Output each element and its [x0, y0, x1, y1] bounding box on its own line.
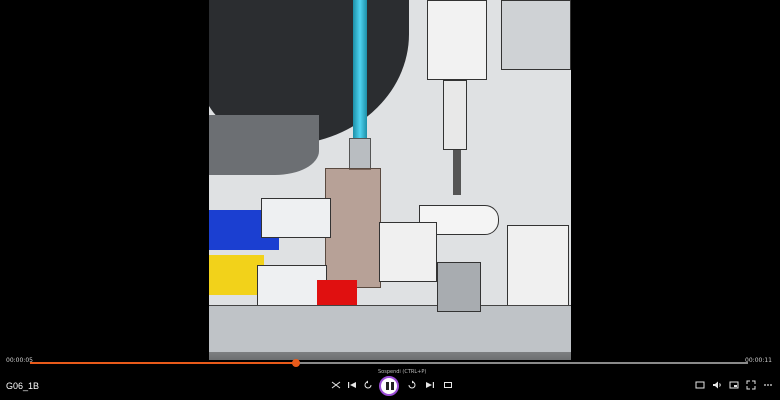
pause-tooltip: Sospendi (CTRL+P) [378, 369, 427, 375]
bowl-base [209, 115, 319, 175]
transparent-block [325, 168, 381, 288]
forward-30-icon[interactable] [406, 380, 418, 392]
gripper-jaw [443, 80, 467, 150]
right-bracket [507, 225, 569, 315]
slide-block [379, 222, 437, 282]
more-icon[interactable] [762, 380, 774, 392]
next-icon[interactable] [424, 380, 436, 392]
cylinder-upper [261, 198, 331, 238]
picture-in-picture-icon[interactable] [728, 380, 740, 392]
top-right-assembly [501, 0, 571, 70]
volume-icon[interactable] [711, 380, 723, 392]
shuffle-icon[interactable] [330, 380, 342, 392]
rewind-10-icon[interactable] [362, 380, 374, 392]
cast-icon[interactable] [694, 380, 706, 392]
video-title: G06_1B [6, 381, 40, 391]
seek-thumb[interactable] [291, 359, 300, 367]
seek-bar[interactable] [30, 359, 748, 367]
spring-assembly [437, 262, 481, 312]
yellow-block [209, 255, 264, 295]
gripper-tip [453, 150, 461, 195]
pause-icon [386, 382, 389, 390]
fullscreen-icon[interactable] [745, 380, 757, 392]
gripper-body [427, 0, 487, 80]
pause-button[interactable] [379, 376, 399, 396]
repeat-icon[interactable] [442, 380, 454, 392]
player-controls: 00:00:05 00:00:11 G06_1B Sospendi (CTRL+… [0, 352, 780, 400]
tube-fitting [349, 138, 371, 170]
seek-progress [30, 362, 296, 364]
video-frame[interactable] [209, 0, 571, 360]
time-total: 00:00:11 [745, 357, 772, 364]
cyan-tube [353, 0, 367, 140]
pause-icon-bar [391, 382, 394, 390]
time-elapsed: 00:00:05 [6, 357, 33, 364]
previous-icon[interactable] [346, 380, 358, 392]
